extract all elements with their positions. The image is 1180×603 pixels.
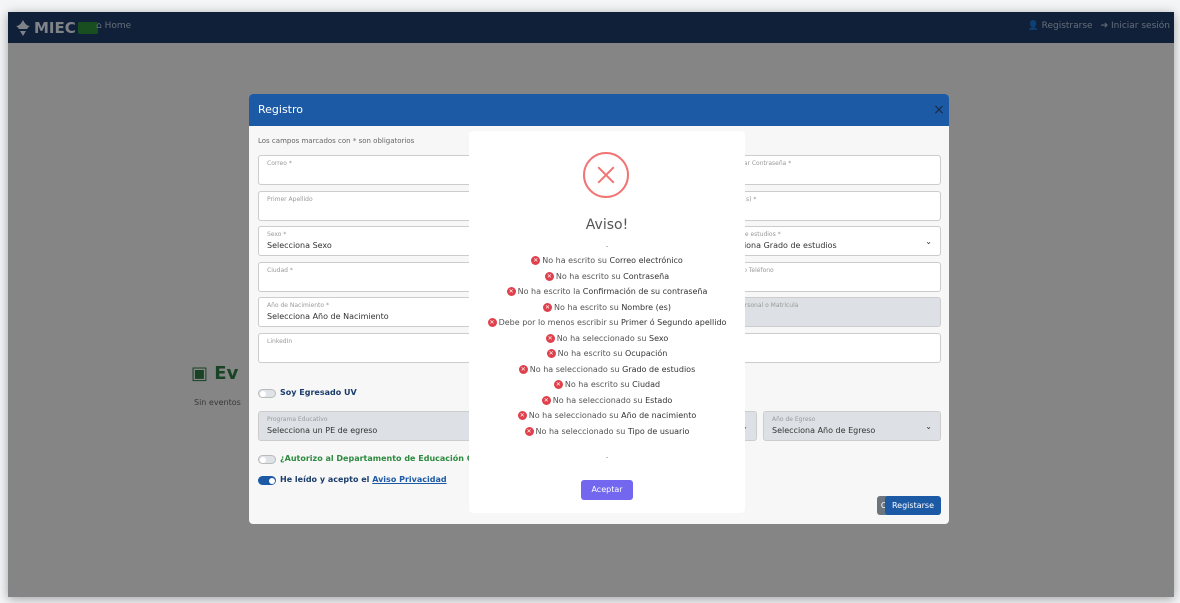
accept-button[interactable]: Aceptar	[581, 480, 633, 500]
error-circle-icon: ✕	[524, 426, 534, 436]
error-field: Primer ó Segundo apellido	[620, 318, 727, 327]
chevron-down-icon: ⌄	[925, 422, 932, 431]
alert-dot: .	[605, 240, 609, 249]
browser-viewport: MIEC ⌂ Home 👤 Registrarse ➔ Iniciar sesi…	[8, 12, 1174, 597]
alert-dot-end: .	[605, 451, 609, 460]
first-lastname-field[interactable]: Primer Apellido	[258, 191, 478, 221]
error-field: Nombre (es)	[621, 302, 671, 312]
error-item: ✕ No ha escrito su Correo electrónico	[487, 253, 727, 269]
close-icon[interactable]: ×	[929, 94, 949, 126]
name-field[interactable]: mbre(s) *	[719, 191, 941, 221]
error-item: ✕ No ha escrito su Ocupación	[487, 346, 727, 362]
first-lastname-label: Primer Apellido	[267, 196, 313, 203]
privacy-label: He leído y acepto el Aviso Privacidad	[280, 475, 447, 484]
error-item: ✕ Debe por lo menos escribir su Primer ó …	[487, 315, 727, 331]
error-item: ✕ No ha escrito su Contraseña	[487, 269, 727, 285]
program-value: Selecciona un PE de egreso	[267, 426, 378, 435]
error-item: ✕ No ha seleccionado su Grado de estudios	[487, 362, 727, 378]
birth-year-value: Selecciona Año de Nacimiento	[267, 312, 389, 321]
privacy-link[interactable]: Aviso Privacidad	[372, 475, 446, 484]
error-text: No ha escrito su	[564, 380, 633, 389]
sex-label: Sexo *	[267, 231, 287, 238]
egresado-label: Soy Egresado UV	[280, 388, 357, 397]
linkedin-field[interactable]: LinkedIn	[258, 333, 478, 363]
chevron-down-icon: ⌄	[925, 237, 932, 246]
error-circle-icon: ✕	[517, 411, 527, 420]
grad-year-value: Selecciona Año de Egreso	[772, 426, 876, 435]
birth-year-select[interactable]: Año de Nacimiento * Selecciona Año de Na…	[258, 297, 478, 327]
error-item: ✕ No ha seleccionado su Tipo de usuario	[487, 424, 727, 440]
error-field: Estado	[645, 395, 673, 405]
grad-year-label: Año de Egreso	[772, 416, 816, 423]
error-field: Correo electrónico	[609, 256, 683, 265]
error-circle-icon: ✕	[487, 318, 497, 327]
city-field[interactable]: Ciudad *	[258, 262, 478, 292]
privacy-prefix: He leído y acepto el	[280, 475, 373, 484]
confirm-password-field[interactable]: nfirmar Contraseña *	[719, 155, 941, 185]
error-circle-icon: ✕	[543, 302, 553, 312]
error-circle-icon: ✕	[506, 287, 516, 296]
error-field: Contraseña	[623, 271, 670, 281]
authorize-toggle[interactable]	[258, 455, 276, 464]
error-x-icon	[583, 152, 629, 198]
grad-year-select[interactable]: Año de Egreso Selecciona Año de Egreso ⌄	[763, 411, 941, 441]
error-circle-icon: ✕	[541, 395, 551, 405]
studies-select[interactable]: ado de estudios * lecciona Grado de estu…	[719, 226, 941, 256]
program-label: Programa Educativo	[267, 416, 328, 423]
error-item: ✕ No ha escrito su Nombre (es)	[487, 300, 727, 316]
error-field: Sexo	[649, 333, 669, 343]
error-circle-icon: ✕	[553, 380, 563, 389]
error-circle-icon: ✕	[531, 256, 541, 265]
error-item: ✕ No ha seleccionado su Sexo	[487, 331, 727, 347]
error-circle-icon: ✕	[546, 349, 556, 358]
error-circle-icon: ✕	[518, 364, 528, 374]
personal-number-field[interactable]: m. Personal o Matrícula	[719, 297, 941, 327]
egresado-toggle[interactable]	[258, 389, 276, 398]
error-field: Año de nacimiento	[621, 411, 697, 420]
error-text: No ha escrito su	[542, 256, 610, 265]
error-text: No ha seleccionado su	[552, 395, 646, 405]
email-label: Correo *	[267, 160, 292, 167]
error-item: ✕ No ha escrito la Confirmación de su con…	[487, 284, 727, 300]
error-field: Tipo de usuario	[627, 426, 690, 436]
error-circle-icon: ✕	[544, 271, 554, 281]
error-text: No ha seleccionado su	[535, 426, 628, 436]
error-text: No ha escrito su	[554, 302, 622, 312]
city-label: Ciudad *	[267, 267, 293, 274]
program-select[interactable]: Programa Educativo Selecciona un PE de e…	[258, 411, 478, 441]
error-item: ✕ No ha escrito su Ciudad	[487, 377, 727, 393]
alert-dialog: Aviso! . ✕ No ha escrito su Correo electr…	[469, 131, 745, 513]
error-text: No ha escrito su	[557, 349, 625, 358]
error-text: Debe por lo menos escribir su	[498, 318, 621, 327]
error-text: No ha escrito la	[517, 287, 583, 296]
error-field: Grado de estudios	[622, 364, 696, 374]
error-list: ✕ No ha escrito su Correo electrónico ✕ No …	[487, 253, 727, 439]
error-field: Ocupación	[624, 349, 668, 358]
required-note: Los campos marcados con * son obligatori…	[258, 137, 415, 145]
register-button[interactable]: Registarse	[885, 496, 941, 515]
error-circle-icon: ✕	[545, 333, 555, 343]
birth-year-label: Año de Nacimiento *	[267, 302, 329, 309]
error-text: No ha seleccionado su	[528, 411, 622, 420]
register-modal-title: Registro	[249, 94, 949, 126]
error-text: No ha seleccionado su	[556, 333, 650, 343]
authorize-label: ¿Autorizo al Departamento de Educación C…	[280, 454, 484, 463]
error-field: Ciudad	[632, 380, 661, 389]
phone-field[interactable]: lular o Teléfono	[719, 262, 941, 292]
privacy-toggle[interactable]	[258, 476, 276, 485]
linkedin-label: LinkedIn	[267, 338, 293, 345]
error-field: Confirmación de su contraseña	[582, 287, 708, 296]
sex-value: Selecciona Sexo	[267, 241, 332, 250]
error-item: ✕ No ha seleccionado su Año de nacimiento	[487, 408, 727, 424]
error-item: ✕ No ha seleccionado su Estado	[487, 393, 727, 409]
alert-title: Aviso!	[585, 217, 629, 233]
error-text: No ha escrito su	[555, 271, 624, 281]
twitter-field[interactable]: itter	[719, 333, 941, 363]
email-field[interactable]: Correo *	[258, 155, 478, 185]
sex-select[interactable]: Sexo * Selecciona Sexo	[258, 226, 478, 256]
error-text: No ha seleccionado su	[529, 364, 623, 374]
